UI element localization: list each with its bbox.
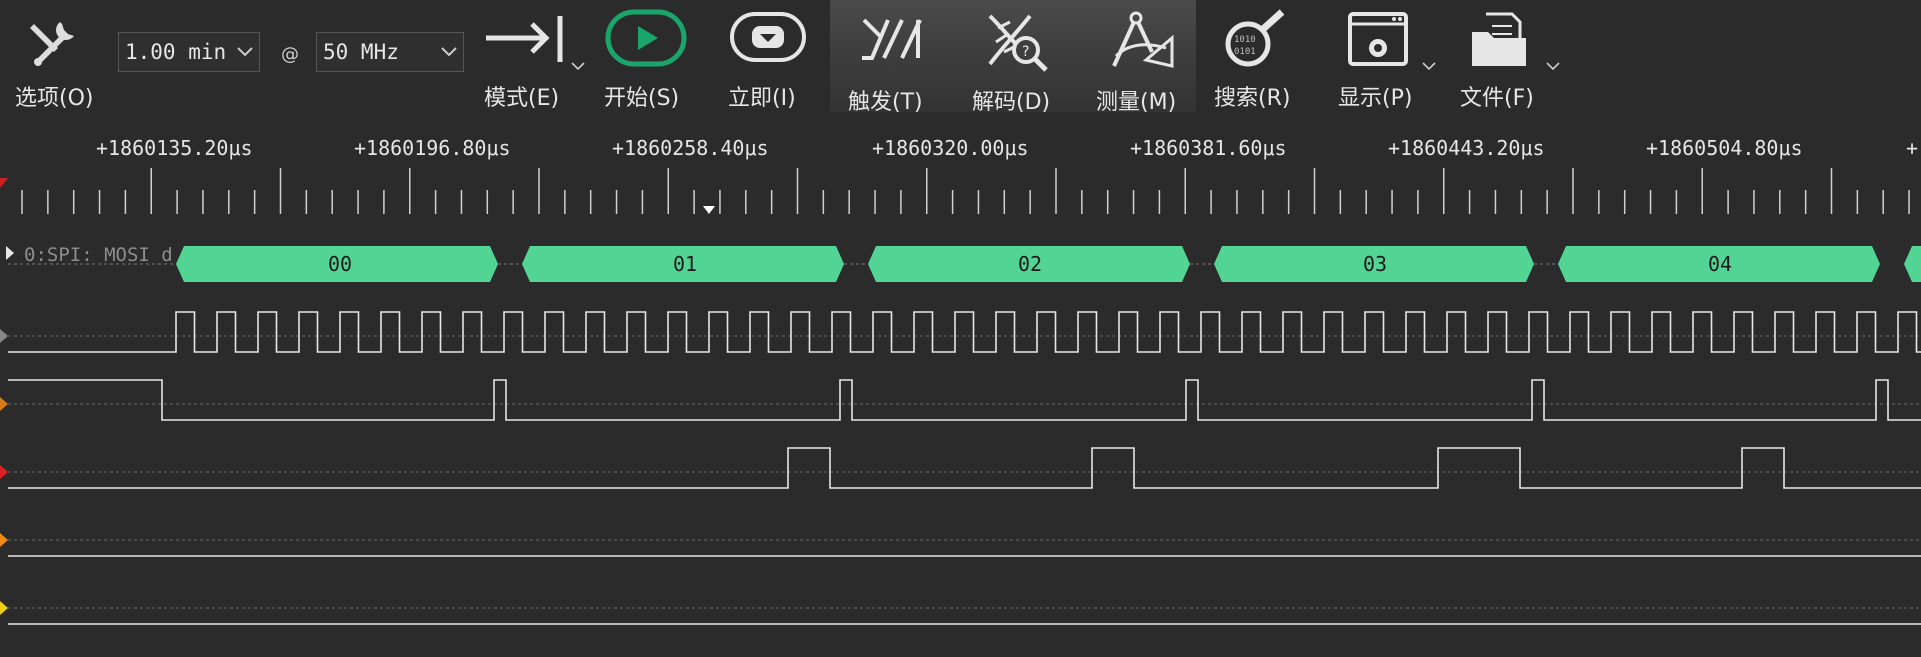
- chevron-down-icon: [1546, 62, 1560, 71]
- decoded-byte-segment: [1904, 246, 1921, 282]
- mosi-waveform: [8, 447, 1921, 489]
- options-label: 选项(O): [15, 86, 94, 111]
- start-button[interactable]: 开始(S): [598, 0, 694, 118]
- play-icon: [605, 9, 687, 67]
- measure-icon: [1112, 11, 1174, 68]
- options-button[interactable]: 选项(O): [0, 0, 110, 118]
- wrench-screwdriver-icon: [30, 22, 74, 66]
- decode-button[interactable]: ? 解码(D): [960, 0, 1072, 118]
- toolbar: 选项(O) 1.00 min @ 50 MHz 模式(E) 开始(S) 立即(I…: [0, 0, 1921, 118]
- sample-rate-select[interactable]: 50 MHz: [316, 32, 464, 72]
- trigger-icon: [862, 18, 922, 60]
- trigger-position-marker[interactable]: [703, 206, 715, 214]
- logic-analyzer-window: 选项(O) 1.00 min @ 50 MHz 模式(E) 开始(S) 立即(I…: [0, 0, 1921, 657]
- expand-arrow-icon: [6, 246, 14, 260]
- duration-value: 1.00 min: [125, 40, 227, 64]
- decode-icon: ?: [988, 14, 1048, 72]
- decoded-byte-label: 04: [1707, 252, 1733, 276]
- trigger-label: 触发(T): [848, 90, 923, 115]
- channel-marker-2: [0, 465, 8, 479]
- decoded-byte-label: 01: [672, 252, 698, 276]
- chevron-down-icon: [1422, 62, 1436, 71]
- search-button[interactable]: 1010 0101 搜索(R): [1206, 0, 1310, 118]
- measure-label: 测量(M): [1096, 90, 1177, 115]
- file-button[interactable]: 文件(F): [1454, 0, 1574, 118]
- measure-button[interactable]: 测量(M): [1084, 0, 1196, 118]
- chevron-down-icon: [571, 62, 585, 71]
- sample-rate-value: 50 MHz: [323, 40, 399, 64]
- channel-marker-4: [0, 601, 8, 615]
- mode-button[interactable]: 模式(E): [476, 0, 590, 118]
- trigger-button[interactable]: 触发(T): [836, 0, 948, 118]
- start-label: 开始(S): [604, 86, 680, 111]
- at-symbol: @: [281, 44, 299, 65]
- file-icon: [1472, 12, 1526, 66]
- svg-text:0101: 0101: [1234, 47, 1256, 57]
- channel-marker-1: [0, 397, 8, 411]
- svg-text:?: ?: [1022, 44, 1029, 60]
- decode-label: 解码(D): [972, 90, 1051, 115]
- decoder-channel-name[interactable]: 0:SPI: MOSI d: [24, 244, 173, 266]
- duration-select[interactable]: 1.00 min: [118, 32, 260, 72]
- timeline-ruler[interactable]: +1860135.20μs +1860196.80μs +1860258.40μ…: [0, 118, 1921, 228]
- left-edge-marker: [0, 178, 8, 188]
- chevron-down-icon: [441, 47, 457, 57]
- display-icon: [1348, 12, 1408, 66]
- ruler-ticks: [0, 168, 1910, 214]
- search-label: 搜索(R): [1214, 86, 1291, 111]
- file-label: 文件(F): [1460, 86, 1534, 111]
- mode-label: 模式(E): [484, 86, 560, 111]
- instant-capture-icon: [730, 12, 806, 62]
- decoded-byte-label: 00: [327, 252, 353, 276]
- chevron-down-icon: [237, 47, 253, 57]
- channel-area[interactable]: 0:SPI: MOSI d 00 01 02 03 04: [0, 228, 1921, 657]
- chip-select-waveform: [8, 379, 1921, 421]
- clock-waveform: [8, 311, 1921, 353]
- svg-text:1010: 1010: [1234, 35, 1256, 45]
- decoded-byte-label: 02: [1017, 252, 1043, 276]
- arrow-to-bar-icon: [486, 16, 563, 62]
- waveform-canvas[interactable]: [0, 228, 1921, 657]
- channel-marker-0: [0, 329, 8, 343]
- decoded-byte-label: 03: [1362, 252, 1388, 276]
- display-button[interactable]: 显示(P): [1330, 0, 1450, 118]
- search-icon: 1010 0101: [1225, 9, 1285, 67]
- channel-marker-3: [0, 533, 8, 547]
- instant-label: 立即(I): [728, 86, 796, 111]
- display-label: 显示(P): [1338, 86, 1413, 111]
- instant-button[interactable]: 立即(I): [718, 0, 818, 118]
